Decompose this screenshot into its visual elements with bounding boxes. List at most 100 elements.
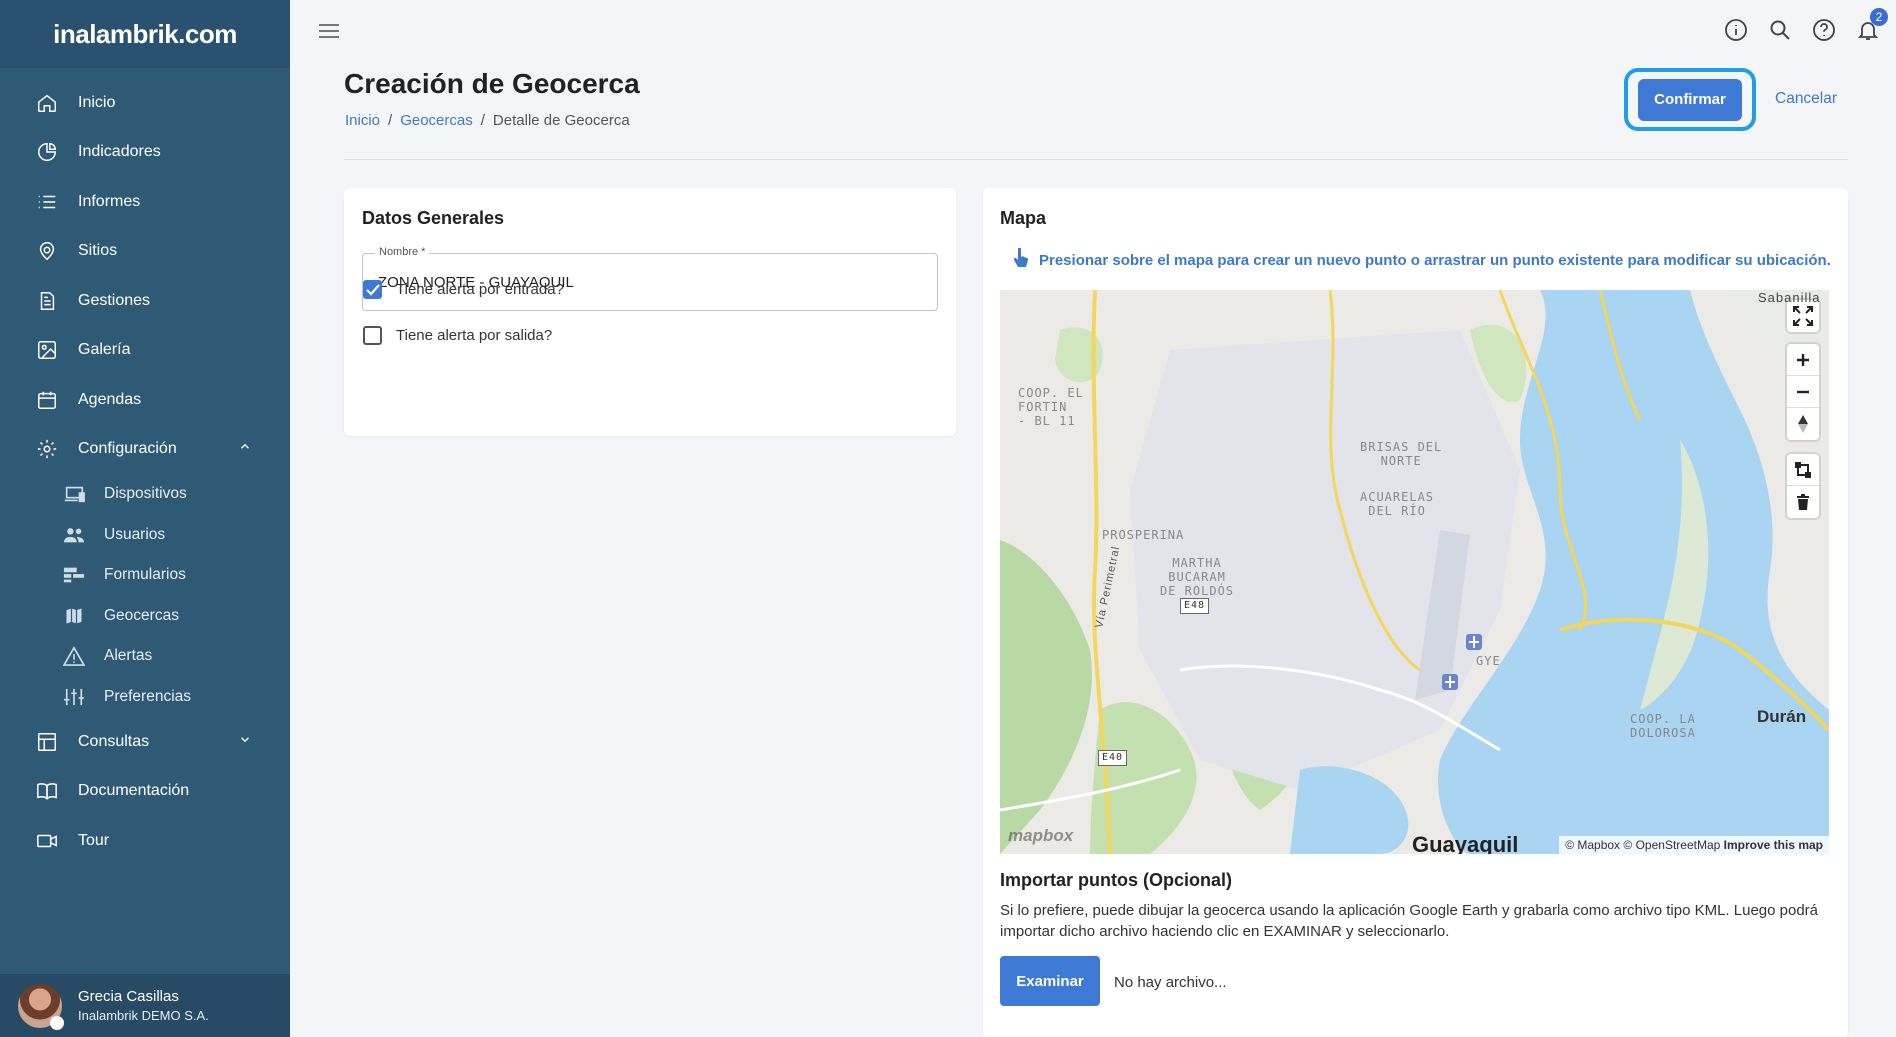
search-icon[interactable] [1768, 18, 1792, 42]
mapbox-logo[interactable]: mapbox [1008, 826, 1073, 846]
chevron-up-icon [238, 440, 252, 459]
sidebar-subitem-formularios[interactable]: Formularios [0, 555, 290, 596]
gear-icon [34, 436, 60, 462]
notification-badge: 2 [1870, 8, 1888, 26]
pie-chart-icon [34, 139, 60, 165]
sidebar-item-tour[interactable]: Tour [0, 816, 290, 866]
sidebar-subitem-dispositivos[interactable]: Dispositivos [0, 474, 290, 515]
cancel-button[interactable]: Cancelar [1775, 90, 1837, 108]
sidebar-item-label: Inicio [78, 93, 116, 111]
alert-exit-checkbox[interactable] [363, 326, 382, 345]
breadcrumb-geocercas[interactable]: Geocercas [400, 112, 473, 129]
divider [344, 159, 1848, 160]
zoom-controls [1787, 344, 1819, 440]
breadcrumb-separator: / [388, 112, 393, 129]
map-hint: Presionar sobre el mapa para crear un nu… [1013, 247, 1831, 272]
video-icon [34, 828, 60, 854]
sidebar-subitem-preferencias[interactable]: Preferencias [0, 677, 290, 718]
status-dot [50, 1015, 64, 1030]
zoom-in-icon[interactable] [1787, 344, 1819, 376]
help-icon[interactable] [1812, 18, 1836, 42]
sidebar-item-gestiones[interactable]: Gestiones [0, 276, 290, 326]
breadcrumb-inicio[interactable]: Inicio [345, 112, 380, 129]
sidebar-item-label: Configuración [78, 440, 177, 458]
map-label-coop-dolorosa: COOP. LA DOLOROSA [1630, 712, 1696, 740]
import-title: Importar puntos (Opcional) [1000, 870, 1232, 890]
map-canvas[interactable]: COOP. EL FORTIN - BL 11 BRISAS DEL NORTE… [1000, 290, 1829, 854]
avatar [18, 983, 64, 1030]
form-icon [62, 564, 86, 586]
alert-exit-label: Tiene alerta por salida? [396, 327, 553, 344]
map-label-e40: E40 [1098, 750, 1128, 766]
sidebar-item-label: Consultas [78, 732, 150, 750]
map-label-gye: GYE [1476, 654, 1501, 668]
confirm-button[interactable]: Confirmar [1638, 78, 1742, 121]
compass-icon[interactable] [1787, 408, 1819, 440]
list-icon [34, 189, 60, 215]
menu-icon[interactable] [318, 22, 340, 45]
sidebar-subitem-alertas[interactable]: Alertas [0, 636, 290, 677]
attribution-mapbox[interactable]: © Mapbox [1565, 838, 1620, 852]
sidebar-subitem-label: Preferencias [104, 687, 192, 705]
brand-logo[interactable]: inalambrik.com [0, 0, 290, 68]
sliders-icon [62, 686, 86, 708]
alert-entry-row[interactable]: Tiene alerta por entrada? [363, 280, 564, 299]
home-icon [34, 90, 60, 116]
sidebar-subitem-usuarios[interactable]: Usuarios [0, 515, 290, 556]
image-icon [34, 337, 60, 363]
sidebar: inalambrik.com Inicio Indicadores Inform… [0, 0, 290, 1037]
trash-icon[interactable] [1787, 486, 1819, 518]
alert-exit-row[interactable]: Tiene alerta por salida? [363, 326, 552, 345]
page-title: Creación de Geocerca [344, 68, 640, 99]
browse-button[interactable]: Examinar [1000, 956, 1100, 1006]
sidebar-nav: Inicio Indicadores Informes Sitios Gesti… [0, 68, 290, 866]
calendar-icon [34, 387, 60, 413]
sidebar-item-configuracion[interactable]: Configuración [0, 425, 290, 475]
sidebar-subitem-label: Usuarios [104, 525, 166, 543]
map-label-acuarelas: ACUARELAS DEL RÍO [1360, 490, 1435, 518]
sidebar-item-indicadores[interactable]: Indicadores [0, 128, 290, 178]
confirm-highlight: Confirmar [1624, 68, 1756, 131]
airport-icon [1442, 674, 1458, 695]
improve-map-link[interactable]: Improve this map [1724, 838, 1823, 852]
zoom-out-icon[interactable] [1787, 376, 1819, 408]
sidebar-item-consultas[interactable]: Consultas [0, 717, 290, 767]
map-icon [62, 605, 86, 627]
sidebar-item-galeria[interactable]: Galería [0, 326, 290, 376]
sidebar-item-agendas[interactable]: Agendas [0, 375, 290, 425]
file-status: No hay archivo... [1114, 974, 1227, 991]
map-card: Mapa Presionar sobre el mapa para crear … [983, 188, 1848, 1037]
sidebar-item-inicio[interactable]: Inicio [0, 78, 290, 128]
import-description: Si lo prefiere, puede dibujar la geocerc… [1000, 902, 1818, 940]
sidebar-item-informes[interactable]: Informes [0, 177, 290, 227]
general-data-title: Datos Generales [362, 208, 505, 228]
map-label-coop-fortin: COOP. EL FORTIN - BL 11 [1018, 386, 1084, 428]
book-icon [34, 778, 60, 804]
draw-polygon-icon[interactable] [1787, 454, 1819, 486]
devices-icon [62, 483, 86, 505]
map-label-sabanilla: Sabanilla [1758, 290, 1821, 305]
user-org: Inalambrik DEMO S.A. [78, 1008, 209, 1023]
sidebar-item-sitios[interactable]: Sitios [0, 227, 290, 277]
warning-icon [62, 645, 86, 667]
sidebar-item-label: Tour [78, 831, 110, 849]
info-icon[interactable] [1724, 18, 1748, 42]
map-label-brisas: BRISAS DEL NORTE [1360, 440, 1443, 468]
attribution-osm[interactable]: © OpenStreetMap [1623, 838, 1720, 852]
user-name: Grecia Casillas [78, 988, 179, 1005]
map-label-e48: E48 [1180, 598, 1210, 614]
sidebar-item-documentacion[interactable]: Documentación [0, 767, 290, 817]
breadcrumb: Inicio / Geocercas / Detalle de Geocerca [345, 112, 630, 129]
table-icon [34, 729, 60, 755]
map-attribution: © Mapbox © OpenStreetMap Improve this ma… [1559, 836, 1829, 854]
sidebar-item-label: Galería [78, 341, 131, 359]
users-icon [62, 524, 86, 546]
sidebar-subitem-geocercas[interactable]: Geocercas [0, 596, 290, 637]
sidebar-item-label: Indicadores [78, 143, 161, 161]
sidebar-subitem-label: Formularios [104, 566, 186, 584]
bell-icon[interactable]: 2 [1856, 8, 1888, 42]
sidebar-item-label: Sitios [78, 242, 118, 260]
map-label-duran: Durán [1757, 707, 1807, 726]
user-profile[interactable]: Grecia Casillas Inalambrik DEMO S.A. [0, 974, 290, 1037]
alert-entry-checkbox[interactable] [363, 280, 382, 299]
